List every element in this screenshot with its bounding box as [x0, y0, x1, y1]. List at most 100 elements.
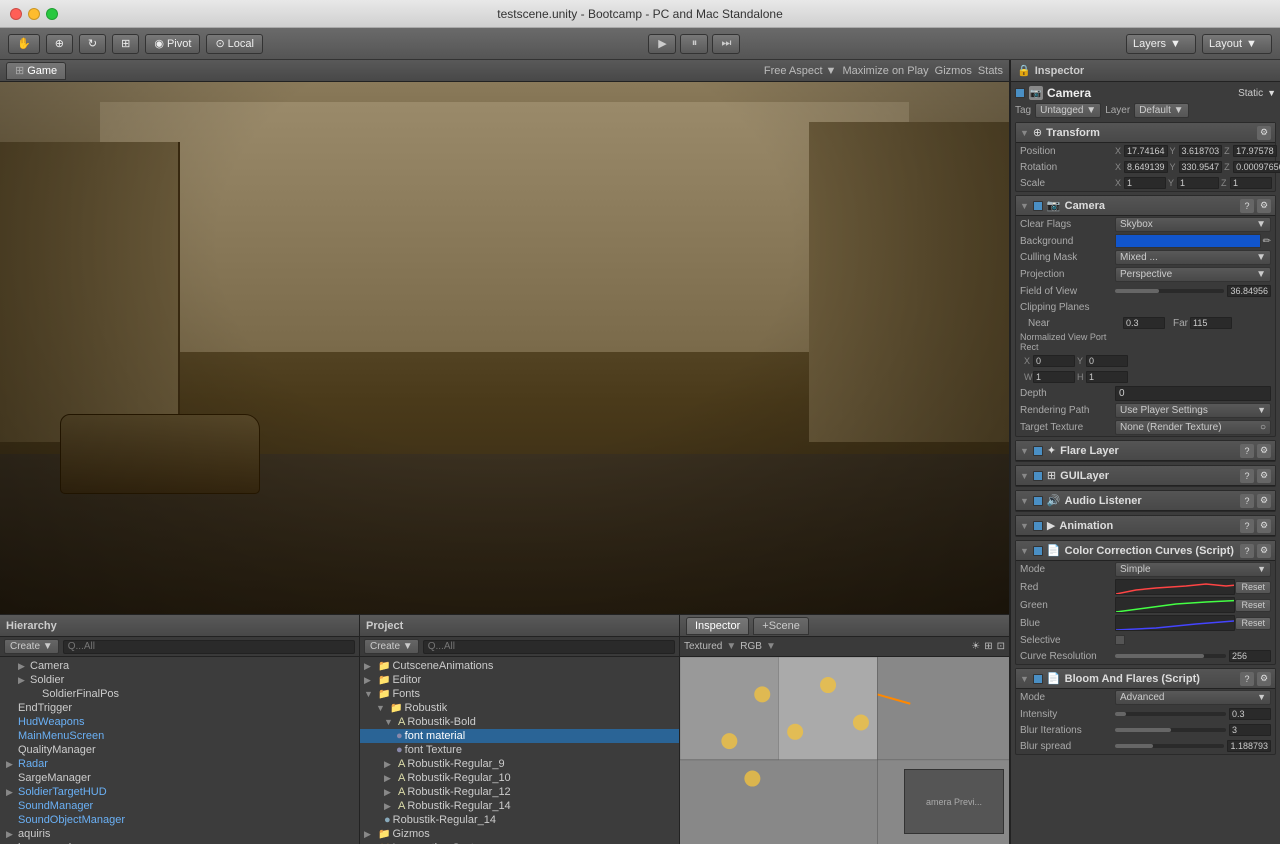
bloom-mode-dropdown[interactable]: Advanced ▼: [1115, 690, 1271, 705]
blue-curve-display[interactable]: [1115, 615, 1235, 631]
list-item[interactable]: ▶aquiris: [0, 827, 359, 841]
audio-help-icon[interactable]: ?: [1240, 494, 1254, 508]
bloom-help-icon[interactable]: ?: [1240, 672, 1254, 686]
gizmos-toggle[interactable]: Gizmos: [935, 65, 972, 77]
vp-y-value[interactable]: 0: [1086, 355, 1128, 367]
close-button[interactable]: [10, 8, 22, 20]
list-item[interactable]: ● font material: [360, 729, 679, 743]
pos-z-value[interactable]: 17.97578: [1233, 145, 1277, 157]
projection-dropdown[interactable]: Perspective ▼: [1115, 267, 1271, 282]
intensity-value[interactable]: 0.3: [1229, 708, 1271, 720]
far-value[interactable]: 115: [1190, 317, 1232, 329]
vp-w-value[interactable]: 1: [1033, 371, 1075, 383]
fov-value[interactable]: 36.84956: [1227, 285, 1271, 297]
aspect-dropdown[interactable]: Free Aspect ▼: [764, 65, 837, 77]
color-correction-header[interactable]: ▼ 📄 Color Correction Curves (Script) ? ⚙: [1016, 541, 1275, 561]
vp-x-value[interactable]: 0: [1033, 355, 1075, 367]
clear-flags-dropdown[interactable]: Skybox ▼: [1115, 217, 1271, 232]
list-item[interactable]: ▶📁Gizmos: [360, 827, 679, 841]
play-button[interactable]: ▶: [648, 34, 676, 54]
list-item[interactable]: ▶A Robustik-Regular_10: [360, 771, 679, 785]
list-item[interactable]: ▶Soldier: [0, 673, 359, 687]
list-item[interactable]: SargeManager: [0, 771, 359, 785]
background-color-swatch[interactable]: [1115, 234, 1261, 248]
near-value[interactable]: 0.3: [1123, 317, 1165, 329]
gui-help-icon[interactable]: ?: [1240, 469, 1254, 483]
rendering-dropdown[interactable]: Use Player Settings ▼: [1115, 403, 1271, 418]
blur-iterations-slider[interactable]: [1115, 728, 1226, 732]
selective-checkbox[interactable]: [1115, 635, 1125, 645]
camera-active[interactable]: [1033, 201, 1043, 211]
curve-resolution-value[interactable]: 256: [1229, 650, 1271, 662]
move-tool-button[interactable]: ⊕: [46, 34, 73, 54]
green-curve-display[interactable]: [1115, 597, 1235, 613]
list-item[interactable]: SoundManager: [0, 799, 359, 813]
scale-tool-button[interactable]: ⊞: [112, 34, 139, 54]
color-active[interactable]: [1033, 546, 1043, 556]
gui-active[interactable]: [1033, 471, 1043, 481]
list-item[interactable]: EndTrigger: [0, 701, 359, 715]
hand-tool-button[interactable]: ✋: [8, 34, 40, 54]
blur-iterations-value[interactable]: 3: [1229, 724, 1271, 736]
list-item[interactable]: ▶📁CutsceneAnimations: [360, 659, 679, 673]
scale-z-value[interactable]: 1: [1230, 177, 1272, 189]
list-item[interactable]: ▶Camera: [0, 659, 359, 673]
local-button[interactable]: ⊙ Local: [206, 34, 263, 54]
red-reset-button[interactable]: Reset: [1235, 581, 1271, 594]
rotate-tool-button[interactable]: ↻: [79, 34, 106, 54]
flare-help-icon[interactable]: ?: [1240, 444, 1254, 458]
tab-mini-inspector[interactable]: Inspector: [686, 617, 749, 635]
list-item[interactable]: ▶📁Editor: [360, 673, 679, 687]
list-item[interactable]: ▶A Robustik-Regular_14: [360, 799, 679, 813]
list-item[interactable]: ▶SoldierTargetHUD: [0, 785, 359, 799]
animation-help-icon[interactable]: ?: [1240, 519, 1254, 533]
animation-active[interactable]: [1033, 521, 1043, 531]
pause-button[interactable]: ⏸: [680, 34, 708, 54]
camera-settings-icon[interactable]: ⚙: [1257, 199, 1271, 213]
textured-dropdown[interactable]: Textured: [684, 641, 722, 652]
bloom-settings-icon[interactable]: ⚙: [1257, 672, 1271, 686]
camera-component-header[interactable]: ▼ 📷 Camera ? ⚙: [1016, 196, 1275, 216]
layers-dropdown[interactable]: Layers ▼: [1126, 34, 1196, 54]
transform-header[interactable]: ▼ ⊕ Transform ⚙: [1016, 123, 1275, 143]
project-create-button[interactable]: Create ▼: [364, 639, 419, 654]
component-settings-icon[interactable]: ⚙: [1257, 126, 1271, 140]
red-curve-display[interactable]: [1115, 579, 1235, 595]
pivot-button[interactable]: ◉ Pivot: [145, 34, 200, 54]
scale-x-value[interactable]: 1: [1124, 177, 1166, 189]
blue-reset-button[interactable]: Reset: [1235, 617, 1271, 630]
list-item[interactable]: ▼📁Robustik: [360, 701, 679, 715]
layout-dropdown[interactable]: Layout ▼: [1202, 34, 1272, 54]
stats-toggle[interactable]: Stats: [978, 65, 1003, 77]
list-item[interactable]: ● Robustik-Regular_14: [360, 813, 679, 827]
rot-x-value[interactable]: 8.649139: [1124, 161, 1168, 173]
list-item[interactable]: SoldierFinalPos: [0, 687, 359, 701]
pos-y-value[interactable]: 3.618703: [1179, 145, 1223, 157]
depth-value[interactable]: 0: [1115, 386, 1271, 401]
hierarchy-create-button[interactable]: Create ▼: [4, 639, 59, 654]
camera-help-icon[interactable]: ?: [1240, 199, 1254, 213]
list-item[interactable]: ▶A Robustik-Regular_9: [360, 757, 679, 771]
green-reset-button[interactable]: Reset: [1235, 599, 1271, 612]
intensity-slider[interactable]: [1115, 712, 1226, 716]
color-settings-icon[interactable]: ⚙: [1257, 544, 1271, 558]
culling-dropdown[interactable]: Mixed ... ▼: [1115, 250, 1271, 265]
vp-h-value[interactable]: 1: [1086, 371, 1128, 383]
list-item[interactable]: SoundObjectManager: [0, 813, 359, 827]
list-item[interactable]: ● font Texture: [360, 743, 679, 757]
flare-header[interactable]: ▼ ✦ Flare Layer ? ⚙: [1016, 441, 1275, 461]
audio-active[interactable]: [1033, 496, 1043, 506]
step-button[interactable]: ⏭: [712, 34, 740, 54]
maximize-on-play[interactable]: Maximize on Play: [842, 65, 928, 77]
target-dropdown[interactable]: None (Render Texture) ○: [1115, 420, 1271, 435]
scene-mini-view[interactable]: amera Previ...: [680, 657, 1009, 844]
rgb-dropdown[interactable]: RGB: [740, 641, 762, 652]
maximize-button[interactable]: [46, 8, 58, 20]
gui-header[interactable]: ▼ ⊞ GUILayer ? ⚙: [1016, 466, 1275, 486]
list-item[interactable]: ▶A Robustik-Regular_12: [360, 785, 679, 799]
blur-spread-value[interactable]: 1.188793: [1227, 740, 1271, 752]
tab-game[interactable]: ⊞ Game: [6, 62, 66, 80]
layer-dropdown[interactable]: Default ▼: [1134, 103, 1188, 118]
project-search-input[interactable]: [423, 640, 675, 654]
curve-resolution-track[interactable]: [1115, 654, 1226, 658]
